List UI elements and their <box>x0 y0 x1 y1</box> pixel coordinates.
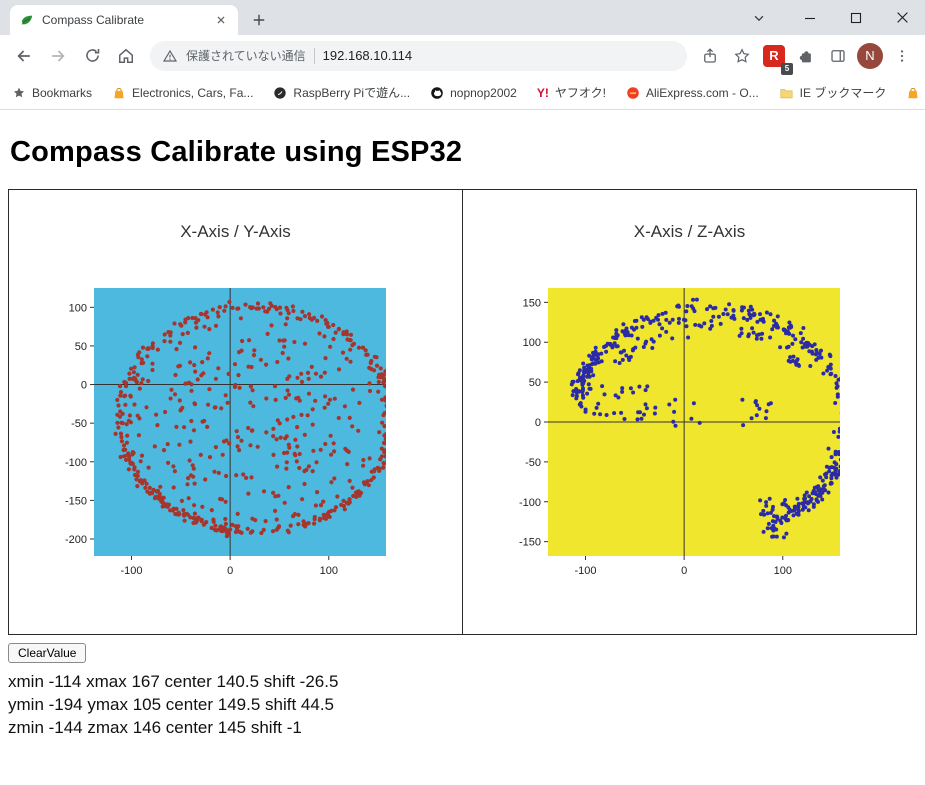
bookmark-label: AliExpress.com - O... <box>645 85 759 100</box>
yahoo-icon: Y! <box>536 85 549 100</box>
not-secure-warning-icon[interactable] <box>162 48 178 64</box>
tab-close-icon[interactable] <box>214 13 228 27</box>
svg-text:0: 0 <box>80 380 86 392</box>
xz-chart-panel: X-Axis / Z-Axis -100 0 100 -150 -100 -50 0 50 10… <box>462 190 916 634</box>
bookmark-item-bag-only[interactable] <box>906 86 920 100</box>
home-button[interactable] <box>110 40 142 72</box>
xy-scatter-plot: -100 0 100 -200 -150 -100 -50 0 50 100 <box>64 288 386 577</box>
address-bar[interactable]: 保護されていない通信 192.168.10.114 <box>150 40 687 71</box>
svg-text:50: 50 <box>74 341 86 353</box>
svg-text:-150: -150 <box>64 495 86 507</box>
star-icon <box>13 87 25 97</box>
svg-text:-100: -100 <box>64 457 86 469</box>
bookmark-label: Electronics, Cars, Fa... <box>132 85 254 100</box>
tab-favicon-leaf-icon <box>20 13 34 27</box>
svg-text:-100: -100 <box>574 565 596 577</box>
bookmark-label: RaspBerry Piで遊ん... <box>293 86 411 100</box>
x-result-line: xmin -114 xmax 167 center 140.5 shift -2… <box>8 672 339 691</box>
svg-text:100: 100 <box>522 337 540 349</box>
bookmark-label: ヤフオク! <box>554 86 606 100</box>
clear-value-button[interactable]: ClearValue <box>8 643 87 663</box>
aliexpress-icon <box>627 86 639 99</box>
calibration-results: xmin -114 xmax 167 center 140.5 shift -2… <box>8 672 917 738</box>
page-title: Compass Calibrate using ESP32 <box>10 136 463 168</box>
extension-r-icon[interactable]: R 5 <box>759 41 793 75</box>
svg-text:0: 0 <box>534 417 540 429</box>
bookmarks-label: Bookmarks <box>32 85 93 100</box>
shopping-bag-icon <box>908 87 918 98</box>
bookmark-item-electronics[interactable]: Electronics, Cars, Fa... <box>112 86 253 100</box>
bookmark-item-aliexpress[interactable]: AliExpress.com - O... <box>626 86 759 100</box>
bookmark-star-icon[interactable] <box>727 41 757 71</box>
browser-toolbar: 保護されていない通信 192.168.10.114 R 5 N <box>0 35 925 76</box>
y-result-line: ymin -194 ymax 105 center 149.5 shift 44… <box>8 695 335 714</box>
browser-tab[interactable]: Compass Calibrate <box>10 5 238 35</box>
menu-dots-icon[interactable] <box>887 41 917 71</box>
svg-text:-200: -200 <box>64 534 86 546</box>
avatar-letter: N <box>857 42 883 69</box>
web-page: Compass Calibrate using ESP32 X-Axis / Y… <box>0 110 925 785</box>
xz-chart-title: X-Axis / Z-Axis <box>633 222 746 241</box>
xy-chart-title: X-Axis / Y-Axis <box>180 222 291 241</box>
bookmarks-folder[interactable]: Bookmarks <box>12 86 92 100</box>
new-tab-button[interactable] <box>244 5 274 35</box>
maximize-button[interactable] <box>833 0 879 35</box>
charts-container: X-Axis / Y-Axis -100 0 100 -200 -150 -100 -50 0… <box>8 189 917 635</box>
url-text[interactable]: 192.168.10.114 <box>323 48 412 63</box>
window-controls <box>739 0 925 35</box>
github-icon <box>431 86 443 99</box>
forward-button[interactable] <box>42 40 74 72</box>
svg-text:100: 100 <box>773 565 791 577</box>
minimize-button[interactable] <box>787 0 833 35</box>
bookmarks-bar: Bookmarks Electronics, Cars, Fa... RaspB… <box>0 76 925 110</box>
side-panel-icon[interactable] <box>823 41 853 71</box>
share-icon[interactable] <box>695 41 725 71</box>
profile-avatar[interactable]: N <box>855 41 885 71</box>
z-result-line: zmin -144 zmax 146 center 145 shift -1 <box>8 718 302 737</box>
dark-circle-icon <box>274 86 287 99</box>
back-button[interactable] <box>8 40 40 72</box>
svg-text:-100: -100 <box>518 497 540 509</box>
svg-text:150: 150 <box>522 297 540 309</box>
reload-button[interactable] <box>76 40 108 72</box>
svg-text:-100: -100 <box>120 565 142 577</box>
xy-chart-panel: X-Axis / Y-Axis -100 0 100 -200 -150 -100 -50 0… <box>9 190 462 634</box>
svg-text:50: 50 <box>528 377 540 389</box>
xz-scatter-plot: -100 0 100 -150 -100 -50 0 50 100 150 <box>518 288 840 577</box>
svg-text:100: 100 <box>319 565 337 577</box>
shopping-bag-icon <box>114 87 124 98</box>
bookmark-item-ie-folder[interactable]: IE ブックマーク <box>779 84 887 101</box>
tab-search-chevron-icon[interactable] <box>739 0 779 35</box>
address-divider <box>313 47 315 64</box>
extensions-puzzle-icon[interactable] <box>791 41 821 71</box>
bookmark-item-raspberrypi[interactable]: RaspBerry Piで遊ん... <box>273 84 410 101</box>
security-label[interactable]: 保護されていない通信 <box>186 47 306 64</box>
tab-strip: Compass Calibrate <box>0 0 925 35</box>
tab-title: Compass Calibrate <box>42 13 145 27</box>
bookmark-item-github[interactable]: nopnop2002 <box>430 86 517 100</box>
close-window-button[interactable] <box>879 0 925 35</box>
folder-icon <box>780 88 793 98</box>
svg-text:-50: -50 <box>525 457 541 469</box>
bookmark-label: IE ブックマーク <box>799 86 887 100</box>
bookmark-item-yahoo-auction[interactable]: Y! ヤフオク! <box>537 84 606 101</box>
svg-text:100: 100 <box>68 302 86 314</box>
browser-window: Compass Calibrate 保護されていない通信 192.168.10.… <box>0 0 925 785</box>
bookmark-label: nopnop2002 <box>450 85 517 100</box>
svg-text:-150: -150 <box>518 537 540 549</box>
svg-text:0: 0 <box>227 565 233 577</box>
svg-text:0: 0 <box>681 565 687 577</box>
svg-text:-50: -50 <box>71 418 87 430</box>
